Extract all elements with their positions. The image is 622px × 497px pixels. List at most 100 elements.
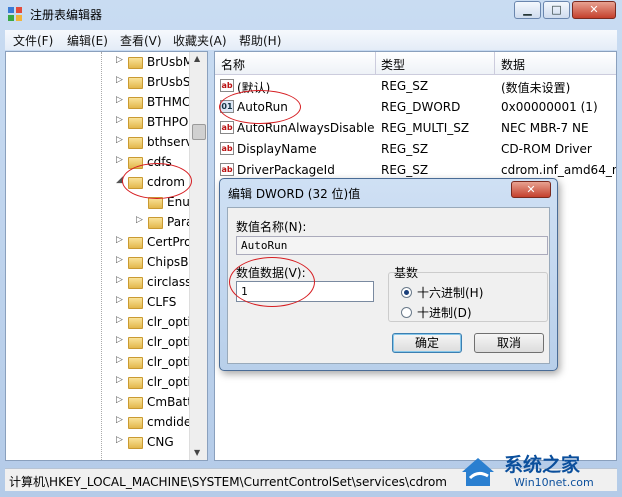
watermark-house-icon [458, 452, 498, 490]
highlight-circle-autorun [219, 90, 301, 124]
menu-file[interactable]: 文件(F) [13, 32, 53, 49]
tree-item-label[interactable]: BTHMC [147, 95, 190, 109]
window-title: 注册表编辑器 [30, 8, 103, 22]
cancel-button[interactable]: 取消 [474, 333, 544, 353]
menu-view[interactable]: 查看(V) [120, 32, 162, 49]
tree-item-label[interactable]: CertPro [147, 235, 191, 249]
tree-item[interactable]: ▷ clr_opti [6, 333, 196, 353]
expand-arrow-icon[interactable]: ▷ [116, 235, 123, 245]
tree-item[interactable]: ▷ clr_opti [6, 313, 196, 333]
dec-radio[interactable] [401, 307, 412, 318]
string-value-icon: ab [220, 163, 234, 176]
tree-item-label[interactable]: cmdide [147, 415, 191, 429]
tree-item[interactable]: ▷ cmdide [6, 413, 196, 433]
tree-item-label[interactable]: bthserv [147, 135, 193, 149]
tree-item[interactable]: ▷ BrUsbS [6, 73, 196, 93]
value-data: CD-ROM Driver [501, 142, 592, 156]
folder-icon [128, 337, 143, 349]
expand-arrow-icon[interactable]: ▷ [116, 355, 123, 365]
tree-item[interactable]: ▷ Para [6, 213, 196, 233]
tree-item-label[interactable]: CNG [147, 435, 174, 449]
expand-arrow-icon[interactable]: ▷ [116, 115, 123, 125]
dialog-close-button[interactable]: ✕ [511, 181, 551, 198]
tree-item[interactable]: ▷ BrUsbM [6, 53, 196, 73]
tree-item[interactable]: ▷ CmBatt [6, 393, 196, 413]
expand-arrow-icon[interactable]: ▷ [116, 335, 123, 345]
ok-button[interactable]: 确定 [392, 333, 462, 353]
menu-bar: 文件(F) 编辑(E) 查看(V) 收藏夹(A) 帮助(H) [5, 30, 617, 50]
tree-item-label[interactable]: clr_opti [147, 315, 191, 329]
expand-arrow-icon[interactable]: ▷ [116, 395, 123, 405]
expand-arrow-icon[interactable]: ▷ [116, 135, 123, 145]
string-value-icon: ab [220, 79, 234, 92]
tree-item[interactable]: ▷ CertPro [6, 233, 196, 253]
folder-icon [128, 317, 143, 329]
expand-arrow-icon[interactable]: ▷ [116, 255, 123, 265]
hex-radio[interactable] [401, 287, 412, 298]
tree-item[interactable]: ▷ circlass [6, 273, 196, 293]
expand-arrow-icon[interactable]: ▷ [116, 415, 123, 425]
highlight-circle-cdrom [122, 163, 192, 199]
tree-item-label[interactable]: BrUsbS [147, 75, 190, 89]
folder-icon [128, 357, 143, 369]
minimize-button[interactable]: ▁ [514, 1, 541, 19]
menu-favorites[interactable]: 收藏夹(A) [173, 32, 227, 49]
tree-item[interactable]: ▷ ChipsBa [6, 253, 196, 273]
tree-scrollbar[interactable]: ▲ ▼ [189, 52, 207, 460]
expand-arrow-icon[interactable]: ▷ [116, 315, 123, 325]
value-data: 0x00000001 (1) [501, 100, 598, 114]
tree-item[interactable]: ▷ BTHMC [6, 93, 196, 113]
tree-scroll-thumb[interactable] [192, 124, 206, 140]
header-name[interactable]: 名称 [221, 56, 245, 73]
folder-icon [128, 137, 143, 149]
tree-item[interactable]: ▷ CLFS [6, 293, 196, 313]
value-row[interactable]: ab DisplayName REG_SZ CD-ROM Driver [215, 139, 615, 159]
base-group: 十六进制(H) 十进制(D) [388, 272, 548, 322]
expand-arrow-icon[interactable]: ▷ [116, 375, 123, 385]
close-button[interactable]: ✕ [572, 1, 616, 19]
expand-arrow-icon[interactable]: ▷ [116, 95, 123, 105]
tree-item-label[interactable]: BrUsbM [147, 55, 193, 69]
tree-item-label[interactable]: clr_opti [147, 335, 191, 349]
tree-item[interactable]: ▷ clr_opti [6, 353, 196, 373]
dec-label[interactable]: 十进制(D) [417, 304, 472, 321]
scroll-up-icon[interactable]: ▲ [194, 54, 200, 63]
header-type[interactable]: 类型 [381, 56, 405, 73]
expand-arrow-icon[interactable]: ▷ [116, 275, 123, 285]
tree-item-label[interactable]: clr_opti [147, 375, 191, 389]
tree-item-label[interactable]: clr_opti [147, 355, 191, 369]
maximize-button[interactable]: □ [543, 1, 570, 19]
expand-arrow-icon[interactable]: ▷ [116, 55, 123, 65]
value-data: cdrom.inf_amd64_n [501, 163, 617, 177]
expand-arrow-icon[interactable]: ▷ [136, 215, 143, 225]
highlight-circle-data [229, 257, 315, 307]
expand-arrow-icon[interactable]: ▷ [116, 75, 123, 85]
folder-icon [128, 57, 143, 69]
value-type: REG_DWORD [381, 100, 461, 114]
tree-item-label[interactable]: circlass [147, 275, 191, 289]
value-name-label: 数值名称(N): [236, 220, 307, 234]
menu-help[interactable]: 帮助(H) [239, 32, 281, 49]
value-row[interactable]: ab DriverPackageId REG_SZ cdrom.inf_amd64_n [215, 160, 617, 180]
folder-icon [128, 257, 143, 269]
tree-item-label[interactable]: BTHPO [147, 115, 188, 129]
expand-arrow-icon[interactable]: ▷ [116, 155, 123, 165]
folder-icon [128, 417, 143, 429]
tree-item-label[interactable]: CLFS [147, 295, 176, 309]
hex-label[interactable]: 十六进制(H) [417, 284, 483, 301]
folder-icon [128, 297, 143, 309]
menu-edit[interactable]: 编辑(E) [67, 32, 108, 49]
scroll-down-icon[interactable]: ▼ [194, 448, 200, 457]
expand-arrow-icon[interactable]: ▷ [116, 295, 123, 305]
value-type: REG_SZ [381, 163, 429, 177]
tree-item-label[interactable]: CmBatt [147, 395, 192, 409]
tree-item[interactable]: ▷ BTHPO [6, 113, 196, 133]
tree-item[interactable]: ▷ CNG [6, 433, 196, 453]
key-tree-pane[interactable]: ▷ BrUsbM ▷ BrUsbS ▷ BTHMC ▷ BTHPO ▷ bthserv ▷ cdfs ◢… [5, 51, 208, 461]
expand-arrow-icon[interactable]: ▷ [116, 435, 123, 445]
header-data[interactable]: 数据 [501, 56, 525, 73]
tree-item[interactable]: ▷ bthserv [6, 133, 196, 153]
string-value-icon: ab [220, 142, 234, 155]
title-bar[interactable]: 注册表编辑器 ▁ □ ✕ [0, 0, 622, 28]
tree-item[interactable]: ▷ clr_opti [6, 373, 196, 393]
